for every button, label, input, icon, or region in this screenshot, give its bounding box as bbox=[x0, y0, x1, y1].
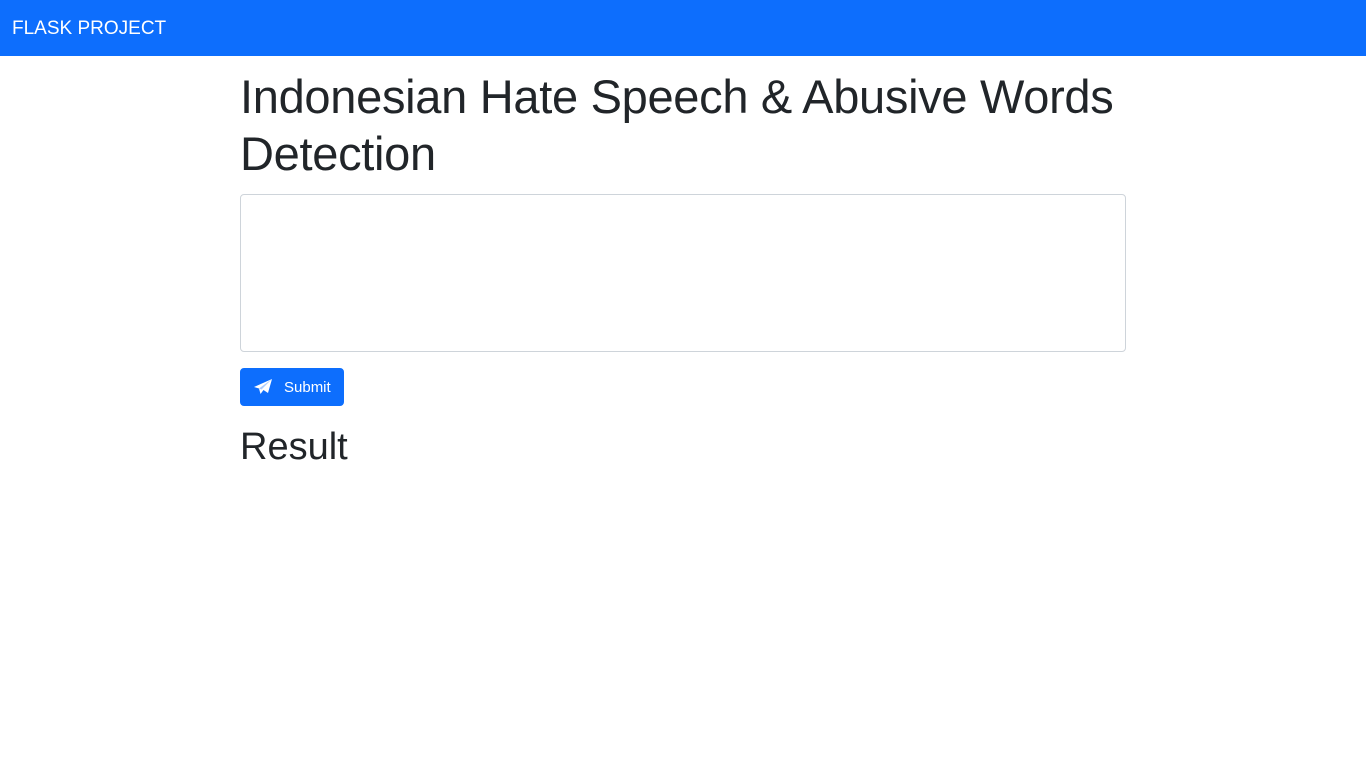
page-title: Indonesian Hate Speech & Abusive Words D… bbox=[240, 70, 1114, 180]
text-input[interactable] bbox=[240, 194, 1126, 352]
paper-plane-icon bbox=[253, 378, 273, 396]
submit-button[interactable]: Submit bbox=[240, 368, 344, 406]
main-container: Indonesian Hate Speech & Abusive Words D… bbox=[240, 56, 1126, 470]
top-navbar: FLASK PROJECT bbox=[0, 0, 1366, 56]
submit-button-label: Submit bbox=[284, 378, 331, 396]
result-heading: Result bbox=[240, 426, 348, 468]
navbar-brand[interactable]: FLASK PROJECT bbox=[12, 18, 166, 40]
